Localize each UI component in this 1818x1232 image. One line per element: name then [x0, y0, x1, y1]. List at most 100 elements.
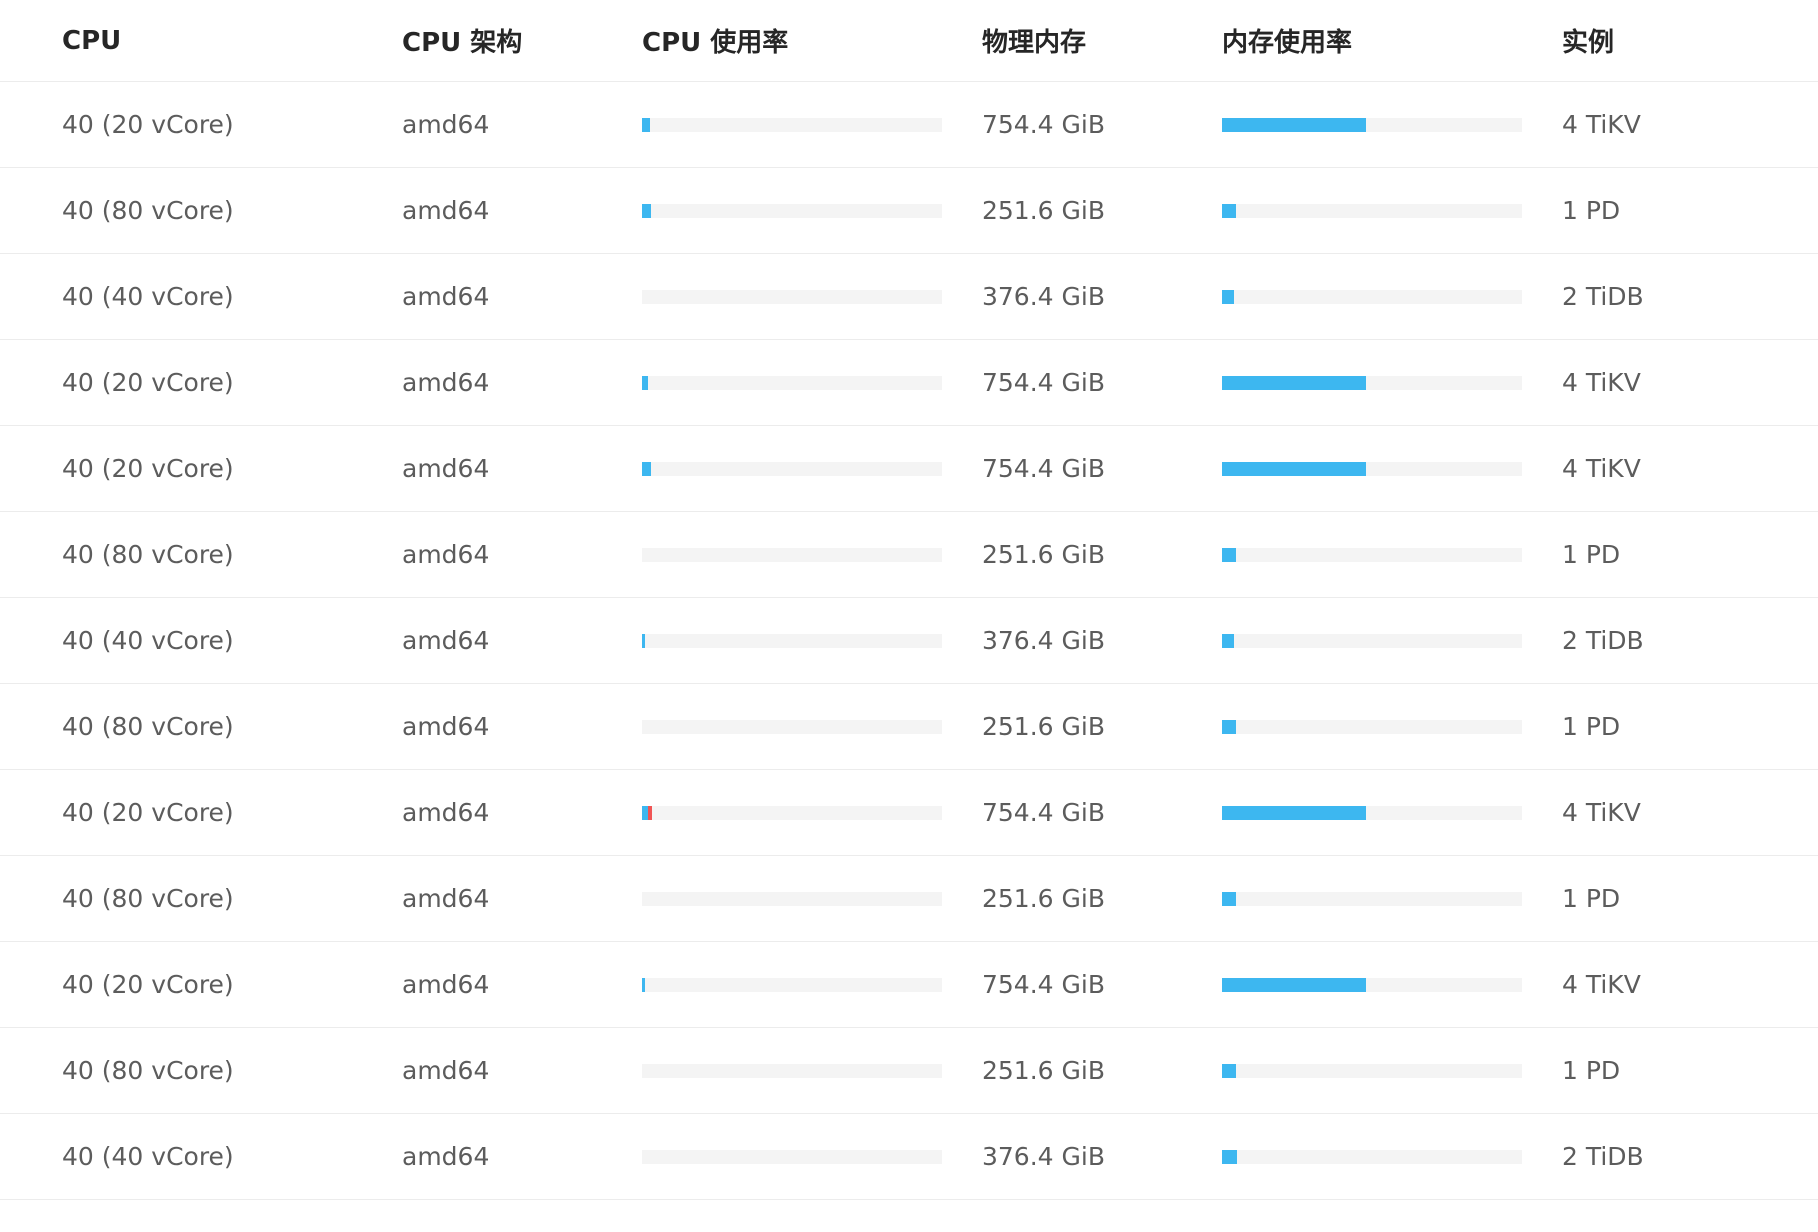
table-row[interactable]: 40 (40 vCore) amd64 376.4 GiB 2 TiDB: [0, 254, 1818, 340]
instance-cell: 2 TiDB: [1562, 282, 1644, 311]
memory-usage-cell-bar: [1222, 977, 1522, 992]
host-table: CPU CPU 架构 CPU 使用率 物理内存 内存使用率 实例 40 (20 …: [0, 0, 1818, 1200]
memory-usage-cell: [1222, 254, 1522, 339]
memory-usage-cell: [1222, 1028, 1522, 1113]
memory-usage-cell-bar: [1222, 375, 1522, 390]
cpu-usage-fill: [642, 461, 651, 476]
memory-cell: 754.4 GiB: [982, 970, 1105, 999]
table-body: 40 (20 vCore) amd64 754.4 GiB 4 TiKV 40 (80 …: [0, 82, 1818, 1200]
instance-cell: 4 TiKV: [1562, 368, 1641, 397]
cpu-cell: 40 (40 vCore): [62, 282, 234, 311]
header-memory-usage[interactable]: 内存使用率: [1222, 0, 1522, 81]
cpu-usage-cell-bar: [642, 289, 942, 304]
cpu-arch-cell: amd64: [402, 712, 490, 741]
instance-cell: 2 TiDB: [1562, 1142, 1644, 1171]
memory-cell: 251.6 GiB: [982, 884, 1105, 913]
cpu-usage-cell-bar: [642, 461, 942, 476]
header-cpu-usage[interactable]: CPU 使用率: [642, 0, 942, 81]
memory-usage-cell: [1222, 856, 1522, 941]
memory-usage-cell: [1222, 82, 1522, 167]
cpu-cell: 40 (20 vCore): [62, 970, 234, 999]
header-cpu[interactable]: CPU: [62, 0, 121, 81]
memory-cell: 754.4 GiB: [982, 454, 1105, 483]
memory-usage-cell: [1222, 1114, 1522, 1199]
memory-usage-fill: [1222, 977, 1366, 992]
cpu-arch-cell: amd64: [402, 540, 490, 569]
table-row[interactable]: 40 (20 vCore) amd64 754.4 GiB 4 TiKV: [0, 426, 1818, 512]
memory-usage-cell-bar: [1222, 719, 1522, 734]
instance-cell: 4 TiKV: [1562, 970, 1641, 999]
table-row[interactable]: 40 (20 vCore) amd64 754.4 GiB 4 TiKV: [0, 82, 1818, 168]
cpu-usage-cell: [642, 598, 942, 683]
memory-usage-cell-bar: [1222, 1063, 1522, 1078]
instance-cell: 4 TiKV: [1562, 110, 1641, 139]
cpu-arch-cell: amd64: [402, 970, 490, 999]
memory-usage-fill: [1222, 633, 1234, 648]
cpu-cell: 40 (80 vCore): [62, 196, 234, 225]
table-row[interactable]: 40 (80 vCore) amd64 251.6 GiB 1 PD: [0, 168, 1818, 254]
memory-cell: 251.6 GiB: [982, 540, 1105, 569]
cpu-usage-cell: [642, 426, 942, 511]
table-row[interactable]: 40 (80 vCore) amd64 251.6 GiB 1 PD: [0, 684, 1818, 770]
table-row[interactable]: 40 (80 vCore) amd64 251.6 GiB 1 PD: [0, 512, 1818, 598]
cpu-arch-cell: amd64: [402, 454, 490, 483]
cpu-usage-cell: [642, 512, 942, 597]
cpu-cell: 40 (40 vCore): [62, 626, 234, 655]
cpu-usage-cell-bar: [642, 117, 942, 132]
cpu-cell: 40 (80 vCore): [62, 712, 234, 741]
memory-usage-cell: [1222, 942, 1522, 1027]
cpu-arch-cell: amd64: [402, 110, 490, 139]
cpu-cell: 40 (80 vCore): [62, 884, 234, 913]
header-cpu-arch[interactable]: CPU 架构: [402, 0, 522, 81]
memory-usage-fill: [1222, 203, 1236, 218]
memory-usage-fill: [1222, 375, 1366, 390]
cpu-usage-cell-bar: [642, 547, 942, 562]
memory-usage-cell-bar: [1222, 547, 1522, 562]
cpu-usage-cell-bar: [642, 977, 942, 992]
table-row[interactable]: 40 (80 vCore) amd64 251.6 GiB 1 PD: [0, 856, 1818, 942]
memory-usage-fill: [1222, 805, 1366, 820]
memory-cell: 251.6 GiB: [982, 196, 1105, 225]
cpu-cell: 40 (20 vCore): [62, 368, 234, 397]
table-row[interactable]: 40 (20 vCore) amd64 754.4 GiB 4 TiKV: [0, 770, 1818, 856]
memory-usage-fill: [1222, 461, 1366, 476]
table-row[interactable]: 40 (40 vCore) amd64 376.4 GiB 2 TiDB: [0, 1114, 1818, 1200]
memory-usage-cell-bar: [1222, 117, 1522, 132]
cpu-usage-cell-bar: [642, 891, 942, 906]
cpu-usage-cell-bar: [642, 1149, 942, 1164]
memory-usage-cell-bar: [1222, 891, 1522, 906]
cpu-arch-cell: amd64: [402, 1056, 490, 1085]
cpu-arch-cell: amd64: [402, 884, 490, 913]
cpu-cell: 40 (20 vCore): [62, 454, 234, 483]
table-row[interactable]: 40 (20 vCore) amd64 754.4 GiB 4 TiKV: [0, 942, 1818, 1028]
cpu-usage-cell: [642, 770, 942, 855]
cpu-usage-cell: [642, 856, 942, 941]
instance-cell: 1 PD: [1562, 712, 1621, 741]
memory-cell: 754.4 GiB: [982, 110, 1105, 139]
memory-cell: 376.4 GiB: [982, 1142, 1105, 1171]
cpu-cell: 40 (20 vCore): [62, 798, 234, 827]
memory-usage-fill: [1222, 1149, 1237, 1164]
table-row[interactable]: 40 (20 vCore) amd64 754.4 GiB 4 TiKV: [0, 340, 1818, 426]
cpu-arch-cell: amd64: [402, 196, 490, 225]
memory-usage-cell-bar: [1222, 633, 1522, 648]
cpu-arch-cell: amd64: [402, 282, 490, 311]
instance-cell: 1 PD: [1562, 1056, 1621, 1085]
cpu-usage-cell-bar: [642, 633, 942, 648]
cpu-usage-cell: [642, 684, 942, 769]
memory-usage-fill: [1222, 1063, 1236, 1078]
cpu-cell: 40 (80 vCore): [62, 1056, 234, 1085]
table-row[interactable]: 40 (40 vCore) amd64 376.4 GiB 2 TiDB: [0, 598, 1818, 684]
header-instance[interactable]: 实例: [1562, 0, 1614, 81]
memory-usage-cell-bar: [1222, 1149, 1522, 1164]
cpu-cell: 40 (20 vCore): [62, 110, 234, 139]
cpu-arch-cell: amd64: [402, 1142, 490, 1171]
table-row[interactable]: 40 (80 vCore) amd64 251.6 GiB 1 PD: [0, 1028, 1818, 1114]
cpu-usage-cell: [642, 168, 942, 253]
memory-usage-fill: [1222, 719, 1236, 734]
cpu-cell: 40 (80 vCore): [62, 540, 234, 569]
header-memory[interactable]: 物理内存: [982, 0, 1086, 81]
cpu-usage-cell-bar: [642, 805, 942, 820]
cpu-usage-cell-bar: [642, 1063, 942, 1078]
cpu-usage-cell: [642, 942, 942, 1027]
